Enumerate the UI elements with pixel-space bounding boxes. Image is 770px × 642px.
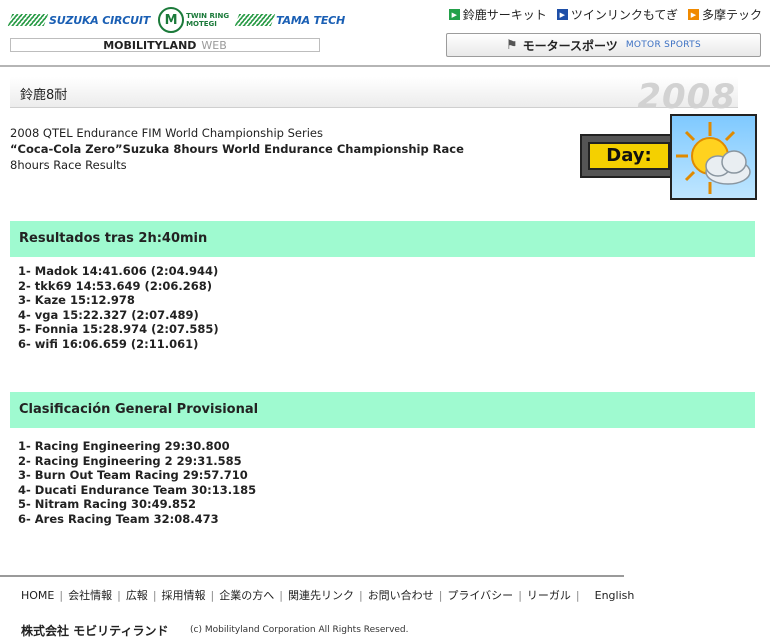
- header-divider: [0, 65, 770, 67]
- stripes-icon: [234, 14, 276, 26]
- list-item: 3- Kaze 15:12.978: [18, 293, 135, 308]
- motegi-small-text: TWIN RING: [186, 12, 230, 20]
- footer-link-recruit[interactable]: 採用情報: [162, 587, 206, 603]
- motegi-circle-icon: M: [158, 7, 185, 33]
- suzuka-circuit-logo[interactable]: SUZUKA CIRCUIT: [7, 13, 151, 27]
- sun-behind-cloud-icon: [670, 114, 757, 200]
- standings-list: 1- Racing Engineering 29:30.800 2- Racin…: [18, 439, 256, 527]
- list-item: 1- Racing Engineering 29:30.800: [18, 439, 230, 453]
- footer-link-business[interactable]: 企業の方へ: [219, 587, 274, 603]
- footer-nav: HOME | 会社情報 | 広報 | 採用情報 | 企業の方へ | 関連先リンク | お問い…: [21, 587, 634, 603]
- motor-sports-en-label: MOTOR SPORTS: [625, 40, 701, 50]
- suzuka-logo-text: SUZUKA CIRCUIT: [49, 13, 151, 27]
- link-tama-tech[interactable]: ▶ 多摩テック: [687, 6, 762, 23]
- link-suzuka-circuit[interactable]: ▶ 鈴鹿サーキット: [448, 6, 547, 23]
- results-section-header: Resultados tras 2h:40min: [10, 221, 755, 257]
- arrow-right-icon: ▶: [687, 9, 699, 20]
- separator: |: [152, 588, 157, 602]
- link-label: 鈴鹿サーキット: [462, 8, 547, 22]
- standings-section-header: Clasificación General Provisional: [10, 392, 755, 428]
- arrow-right-icon: ▶: [448, 9, 460, 20]
- motegi-text: MOTEGI: [186, 20, 217, 28]
- footer-link-pr[interactable]: 広報: [126, 587, 148, 603]
- day-panel: Day:: [580, 134, 672, 178]
- separator: |: [279, 588, 283, 602]
- list-item: 1- Madok 14:41.606 (2:04.944): [18, 264, 219, 278]
- motegi-logo-text: TWIN RING MOTEGI: [186, 12, 229, 28]
- footer-link-legal[interactable]: リーガル: [527, 587, 571, 603]
- page-title: 鈴鹿8耐: [20, 88, 68, 103]
- separator: |: [438, 588, 443, 602]
- race-name: “Coca-Cola Zero”Suzuka 8hours World Endu…: [10, 142, 464, 156]
- separator: |: [59, 588, 64, 602]
- list-item: 5- Fonnia 15:28.974 (2:07.585): [18, 322, 219, 337]
- stripes-icon: [7, 14, 49, 26]
- list-item: 2- Racing Engineering 2 29:31.585: [18, 453, 242, 468]
- list-item: 6- wifi 16:06.659 (2:11.061): [18, 336, 199, 351]
- separator: |: [518, 588, 522, 602]
- link-twin-ring-motegi[interactable]: ▶ ツインリンクもてぎ: [556, 6, 678, 23]
- top-links: ▶ 鈴鹿サーキット ▶ ツインリンクもてぎ ▶ 多摩テック: [448, 6, 762, 23]
- list-item: 2- tkk69 14:53.649 (2:06.268): [18, 278, 213, 293]
- series-name: 2008 QTEL Endurance FIM World Championsh…: [10, 126, 323, 140]
- separator: |: [358, 588, 363, 602]
- list-item: 3- Burn Out Team Racing 29:57.710: [18, 468, 248, 483]
- footer-link-related[interactable]: 関連先リンク: [288, 587, 354, 603]
- list-item: 4- vga 15:22.327 (2:07.489): [18, 307, 199, 322]
- separator: |: [117, 588, 121, 602]
- checkered-flag-icon: ⚑: [505, 37, 518, 53]
- results-section-title: Resultados tras 2h:40min: [19, 231, 208, 246]
- list-item: 6- Ares Racing Team 32:08.473: [18, 511, 219, 526]
- footer-link-home[interactable]: HOME: [21, 589, 54, 602]
- corporate-name: 株式会社 モビリティランド: [21, 624, 169, 638]
- race-intro: 2008 QTEL Endurance FIM World Championsh…: [10, 125, 464, 173]
- footer-link-contact[interactable]: お問い合わせ: [368, 587, 434, 603]
- link-label: 多摩テック: [701, 8, 762, 22]
- tama-tech-logo[interactable]: TAMA TECH: [234, 13, 346, 27]
- mobilityland-web-bar[interactable]: MOBILITYLAND WEB: [10, 38, 320, 52]
- copyright: (c) Mobilityland Corporation All Rights …: [190, 625, 409, 635]
- year-watermark: 2008: [637, 77, 736, 117]
- footer-divider: [0, 575, 624, 577]
- footer-link-company[interactable]: 会社情報: [68, 587, 112, 603]
- day-label: Day:: [588, 142, 670, 170]
- list-item: 4- Ducati Endurance Team 30:13.185: [18, 482, 257, 497]
- mobilityland-label: MOBILITYLAND: [103, 38, 197, 52]
- results-subtitle: 8hours Race Results: [10, 158, 127, 172]
- tama-logo-text: TAMA TECH: [276, 13, 346, 27]
- motegi-logo[interactable]: M TWIN RING MOTEGI: [158, 7, 229, 33]
- standings-section-title: Clasificación General Provisional: [19, 402, 259, 417]
- brand-logos: SUZUKA CIRCUIT M TWIN RING MOTEGI TAMA T…: [7, 4, 353, 36]
- separator: |: [210, 588, 215, 602]
- results-list: 1- Madok 14:41.606 (2:04.944) 2- tkk69 1…: [18, 264, 219, 352]
- link-label: ツインリンクもてぎ: [570, 8, 678, 22]
- page-title-bar: 鈴鹿8耐 2008: [10, 77, 738, 117]
- footer-link-english[interactable]: English: [595, 589, 635, 602]
- web-label: WEB: [201, 38, 227, 52]
- motor-sports-button[interactable]: ⚑ モータースポーツ MOTOR SPORTS: [446, 33, 761, 57]
- day-badge: Day:: [580, 114, 757, 200]
- list-item: 5- Nitram Racing 30:49.852: [18, 497, 197, 512]
- motor-sports-jp-label: モータースポーツ: [522, 38, 618, 53]
- arrow-right-icon: ▶: [556, 9, 568, 20]
- separator: |: [575, 588, 580, 602]
- footer-link-privacy[interactable]: プライバシー: [447, 587, 513, 603]
